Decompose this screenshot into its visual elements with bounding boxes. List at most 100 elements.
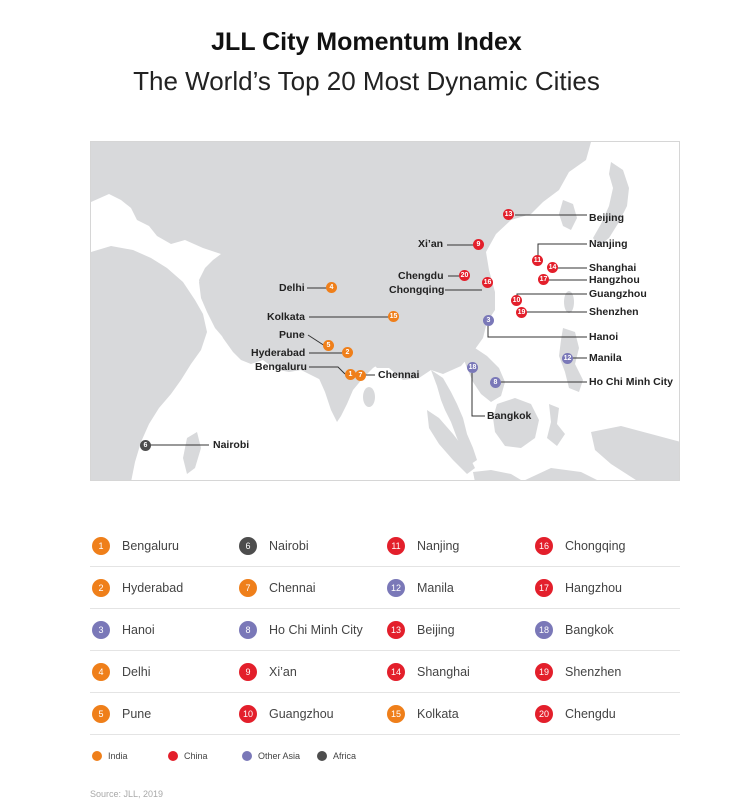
key-label: Africa [333, 751, 357, 761]
land-madagascar [183, 432, 201, 474]
map-label-xian: Xi’an [418, 238, 444, 250]
rank-city: Bangkok [565, 623, 614, 637]
rank-city: Pune [122, 707, 152, 721]
legend-item: 12 Manila [385, 567, 454, 609]
ranking-legend: 1 Bengaluru 6 Nairobi 11 Nanjing 16 Chon… [90, 525, 680, 735]
map-label-shanghai: Shanghai [589, 262, 637, 274]
rank-badge: 5 [92, 705, 110, 723]
land-sulawesi [547, 404, 565, 446]
legend-item: 2 Hyderabad [90, 567, 183, 609]
legend-item: 4 Delhi [90, 651, 151, 693]
legend-row: 3 Hanoi 8 Ho Chi Minh City 13 Beijing 18… [90, 609, 680, 651]
rank-badge: 11 [387, 537, 405, 555]
map-marker-17: 17 [538, 274, 549, 285]
legend-row: 4 Delhi 9 Xi’an 14 Shanghai 19 Shenzhen [90, 651, 680, 693]
land-sri-lanka [363, 387, 375, 407]
rank-badge: 15 [387, 705, 405, 723]
rank-badge: 10 [239, 705, 257, 723]
key-dot-other-asia [242, 751, 252, 761]
legend-item: 6 Nairobi [237, 525, 309, 567]
legend-item: 10 Guangzhou [237, 693, 334, 735]
key-label: Other Asia [258, 751, 301, 761]
rank-city: Ho Chi Minh City [269, 623, 363, 637]
map-label-hcmc: Ho Chi Minh City [589, 376, 673, 388]
rank-city: Nanjing [417, 539, 460, 553]
rank-badge: 14 [387, 663, 405, 681]
legend-item: 11 Nanjing [385, 525, 459, 567]
legend-item: 13 Beijing [385, 609, 455, 651]
map-label-hangzhou: Hangzhou [589, 274, 640, 286]
key-dot-india [92, 751, 102, 761]
map-marker-8: 8 [490, 377, 501, 388]
rank-city: Hyderabad [122, 581, 184, 595]
rank-badge: 8 [239, 621, 257, 639]
rank-city: Bengaluru [122, 539, 179, 553]
rank-badge: 6 [239, 537, 257, 555]
map-marker-11: 11 [532, 255, 543, 266]
page-subtitle: The World’s Top 20 Most Dynamic Cities [133, 66, 600, 96]
map-marker-12: 12 [562, 353, 573, 364]
map-marker-15: 15 [388, 311, 399, 322]
legend-row: 1 Bengaluru 6 Nairobi 11 Nanjing 16 Chon… [90, 525, 680, 567]
rank-badge: 3 [92, 621, 110, 639]
map-label-kolkata: Kolkata [267, 311, 305, 323]
map-label-shenzhen: Shenzhen [589, 306, 639, 318]
map-panel: Beijing Xi’an Nanjing Shanghai Chengdu H… [90, 141, 680, 481]
legend-item: 19 Shenzhen [533, 651, 621, 693]
land-java [473, 470, 521, 480]
rank-city: Hanoi [122, 623, 155, 637]
map-label-nairobi: Nairobi [213, 439, 250, 451]
rank-badge: 9 [239, 663, 257, 681]
map-marker-13: 13 [503, 209, 514, 220]
rank-city: Delhi [122, 665, 151, 679]
rank-badge: 4 [92, 663, 110, 681]
legend-item: 5 Pune [90, 693, 151, 735]
rank-badge: 7 [239, 579, 257, 597]
land-indochina [461, 348, 505, 402]
map-label-manila: Manila [589, 352, 622, 364]
rank-badge: 20 [535, 705, 553, 723]
rank-city: Chongqing [565, 539, 626, 553]
map-label-delhi: Delhi [279, 282, 305, 294]
map-label-pune: Pune [279, 329, 305, 341]
map-marker-14: 14 [547, 262, 558, 273]
rank-city: Beijing [417, 623, 455, 637]
map-label-bengaluru: Bengaluru [255, 361, 307, 373]
rank-city: Manila [417, 581, 454, 595]
legend-item: 7 Chennai [237, 567, 316, 609]
rank-badge: 18 [535, 621, 553, 639]
map-marker-20: 20 [459, 270, 470, 281]
rank-city: Nairobi [269, 539, 309, 553]
legend-row: 5 Pune 10 Guangzhou 15 Kolkata 20 Chengd… [90, 693, 680, 735]
map-marker-3: 3 [483, 315, 494, 326]
key-item-china: China [168, 749, 208, 763]
map-label-beijing: Beijing [589, 212, 625, 224]
leader-guangzhou [516, 293, 587, 302]
land-new-guinea [591, 426, 679, 480]
legend-item: 17 Hangzhou [533, 567, 622, 609]
rank-badge: 16 [535, 537, 553, 555]
rank-city: Xi’an [269, 665, 297, 679]
land-japan [593, 162, 629, 246]
legend-item: 3 Hanoi [90, 609, 155, 651]
map-marker-10: 10 [511, 295, 522, 306]
map-label-bangkok: Bangkok [487, 410, 532, 422]
map-label-guangzhou: Guangzhou [589, 288, 647, 300]
map-marker-19: 19 [516, 307, 527, 318]
map-label-chennai: Chennai [378, 369, 420, 381]
legend-item: 14 Shanghai [385, 651, 470, 693]
page-title: JLL City Momentum Index [211, 28, 522, 56]
key-item-africa: Africa [317, 749, 356, 763]
legend-row: 2 Hyderabad 7 Chennai 12 Manila 17 Hangz… [90, 567, 680, 609]
key-label: India [108, 751, 128, 761]
rank-city: Kolkata [417, 707, 459, 721]
rank-city: Chengdu [565, 707, 616, 721]
legend-item: 8 Ho Chi Minh City [237, 609, 363, 651]
key-label: China [184, 751, 208, 761]
rank-badge: 2 [92, 579, 110, 597]
rank-badge: 17 [535, 579, 553, 597]
map-label-hyderabad: Hyderabad [251, 347, 306, 359]
map-label-hanoi: Hanoi [589, 331, 619, 343]
key-item-india: India [92, 749, 128, 763]
map-marker-6: 6 [140, 440, 151, 451]
